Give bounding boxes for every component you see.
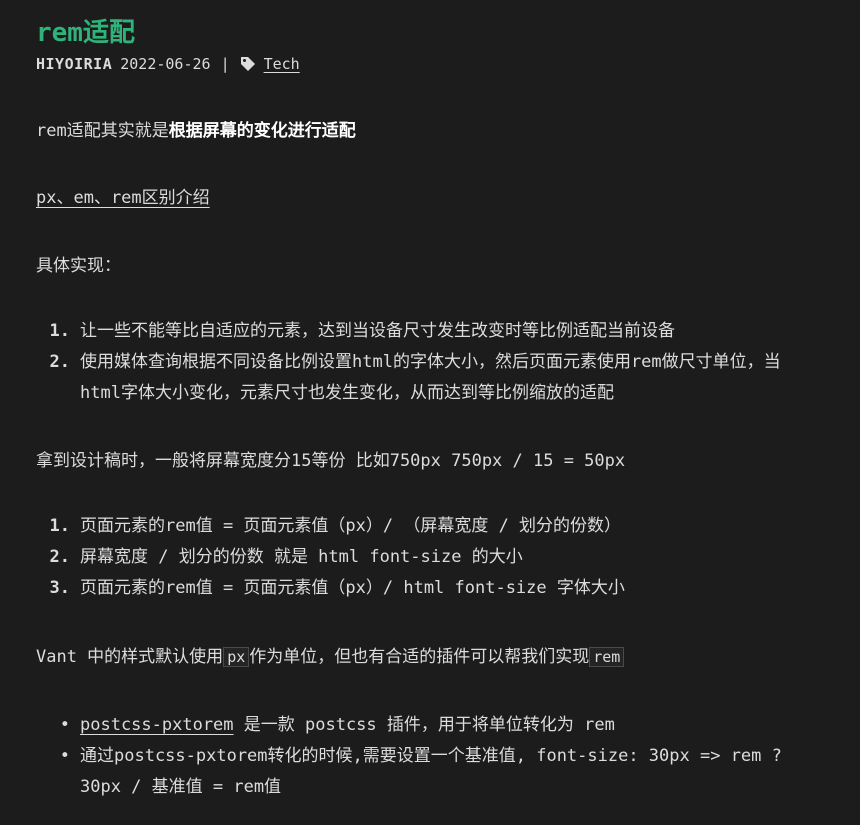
- list-item-text: 使用媒体查询根据不同设备比例设置html的字体大小，然后页面元素使用rem做尺寸…: [80, 352, 781, 372]
- bullet: •: [59, 715, 70, 735]
- list-item-text: 屏幕宽度 / 划分的份数 就是 html font-size 的大小: [80, 547, 523, 567]
- inline-code-rem: rem: [589, 647, 625, 667]
- intro-bold: 根据屏幕的变化进行适配: [168, 121, 356, 141]
- list-item: 3. 页面元素的rem值 = 页面元素值（px）/ html font-size…: [36, 573, 625, 604]
- list-item: 2. 屏幕宽度 / 划分的份数 就是 html font-size 的大小: [36, 542, 625, 573]
- list-number: 3.: [49, 578, 70, 598]
- plugin-description: 是一款 postcss 插件，用于将单位转化为 rem: [233, 715, 615, 735]
- postcss-pxtorem-link[interactable]: postcss-pxtorem: [80, 715, 234, 735]
- intro-text: rem适配其实就是: [36, 121, 169, 141]
- design-paragraph: 拿到设计稿时，一般将屏幕宽度分15等份 比如750px 750px / 15 =…: [36, 451, 626, 471]
- units-link-paragraph: px、em、rem区别介绍: [36, 188, 210, 208]
- list-item: • 通过postcss-pxtorem转化的时候,需要设置一个基准值, font…: [36, 741, 782, 772]
- implementation-list: 1. 让一些不能等比自适应的元素，达到当设备尺寸发生改变时等比例适配当前设备 2…: [36, 316, 781, 409]
- list-item: 1. 页面元素的rem值 = 页面元素值（px）/ （屏幕宽度 / 划分的份数）: [36, 511, 625, 542]
- list-number: 2.: [49, 547, 70, 567]
- plugin-list: • postcss-pxtorem 是一款 postcss 插件，用于将单位转化…: [36, 710, 782, 803]
- list-item: 2. 使用媒体查询根据不同设备比例设置html的字体大小，然后页面元素使用rem…: [36, 347, 781, 378]
- list-item-continuation: html字体大小变化，元素尺寸也发生变化，从而达到等比例缩放的适配: [80, 383, 614, 403]
- list-item-text: 页面元素的rem值 = 页面元素值（px）/ （屏幕宽度 / 划分的份数）: [80, 516, 622, 536]
- vant-text-middle: 作为单位，但也有合适的插件可以帮我们实现: [249, 647, 590, 667]
- list-number: 1.: [49, 321, 70, 341]
- post-title: rem适配: [36, 18, 135, 48]
- meta-separator: |: [220, 55, 230, 73]
- list-item-text: 让一些不能等比自适应的元素，达到当设备尺寸发生改变时等比例适配当前设备: [80, 321, 675, 341]
- list-item: • postcss-pxtorem 是一款 postcss 插件，用于将单位转化…: [36, 710, 782, 741]
- post-date: 2022-06-26: [120, 55, 211, 73]
- intro-paragraph: rem适配其实就是根据屏幕的变化进行适配: [36, 121, 356, 141]
- bullet: •: [59, 746, 70, 766]
- list-item-text: postcss-pxtorem 是一款 postcss 插件，用于将单位转化为 …: [80, 710, 615, 741]
- post-meta: HIYOIRIA 2022-06-26 | Tech: [36, 55, 300, 73]
- list-number: 2.: [49, 352, 70, 372]
- blog-post: rem适配 HIYOIRIA 2022-06-26 | Tech rem适配其实…: [0, 0, 860, 825]
- tag-link-tech[interactable]: Tech: [264, 55, 300, 73]
- list-item-text: 页面元素的rem值 = 页面元素值（px）/ html font-size 字体…: [80, 578, 625, 598]
- list-item-text: 通过postcss-pxtorem转化的时候,需要设置一个基准值, font-s…: [80, 746, 782, 766]
- list-number: 1.: [49, 516, 70, 536]
- inline-code-px: px: [223, 647, 250, 667]
- post-author: HIYOIRIA: [36, 55, 113, 73]
- list-item-continuation: 30px / 基准值 = rem值: [80, 777, 282, 797]
- implementation-heading: 具体实现：: [36, 256, 121, 276]
- formula-list: 1. 页面元素的rem值 = 页面元素值（px）/ （屏幕宽度 / 划分的份数）…: [36, 511, 625, 604]
- vant-paragraph: Vant 中的样式默认使用 px 作为单位，但也有合适的插件可以帮我们实现 rem: [36, 647, 625, 667]
- tag-icon: [240, 56, 256, 72]
- units-link[interactable]: px、em、rem区别介绍: [36, 188, 210, 208]
- vant-text-prefix: Vant 中的样式默认使用: [36, 647, 224, 667]
- list-item: 1. 让一些不能等比自适应的元素，达到当设备尺寸发生改变时等比例适配当前设备: [36, 316, 781, 347]
